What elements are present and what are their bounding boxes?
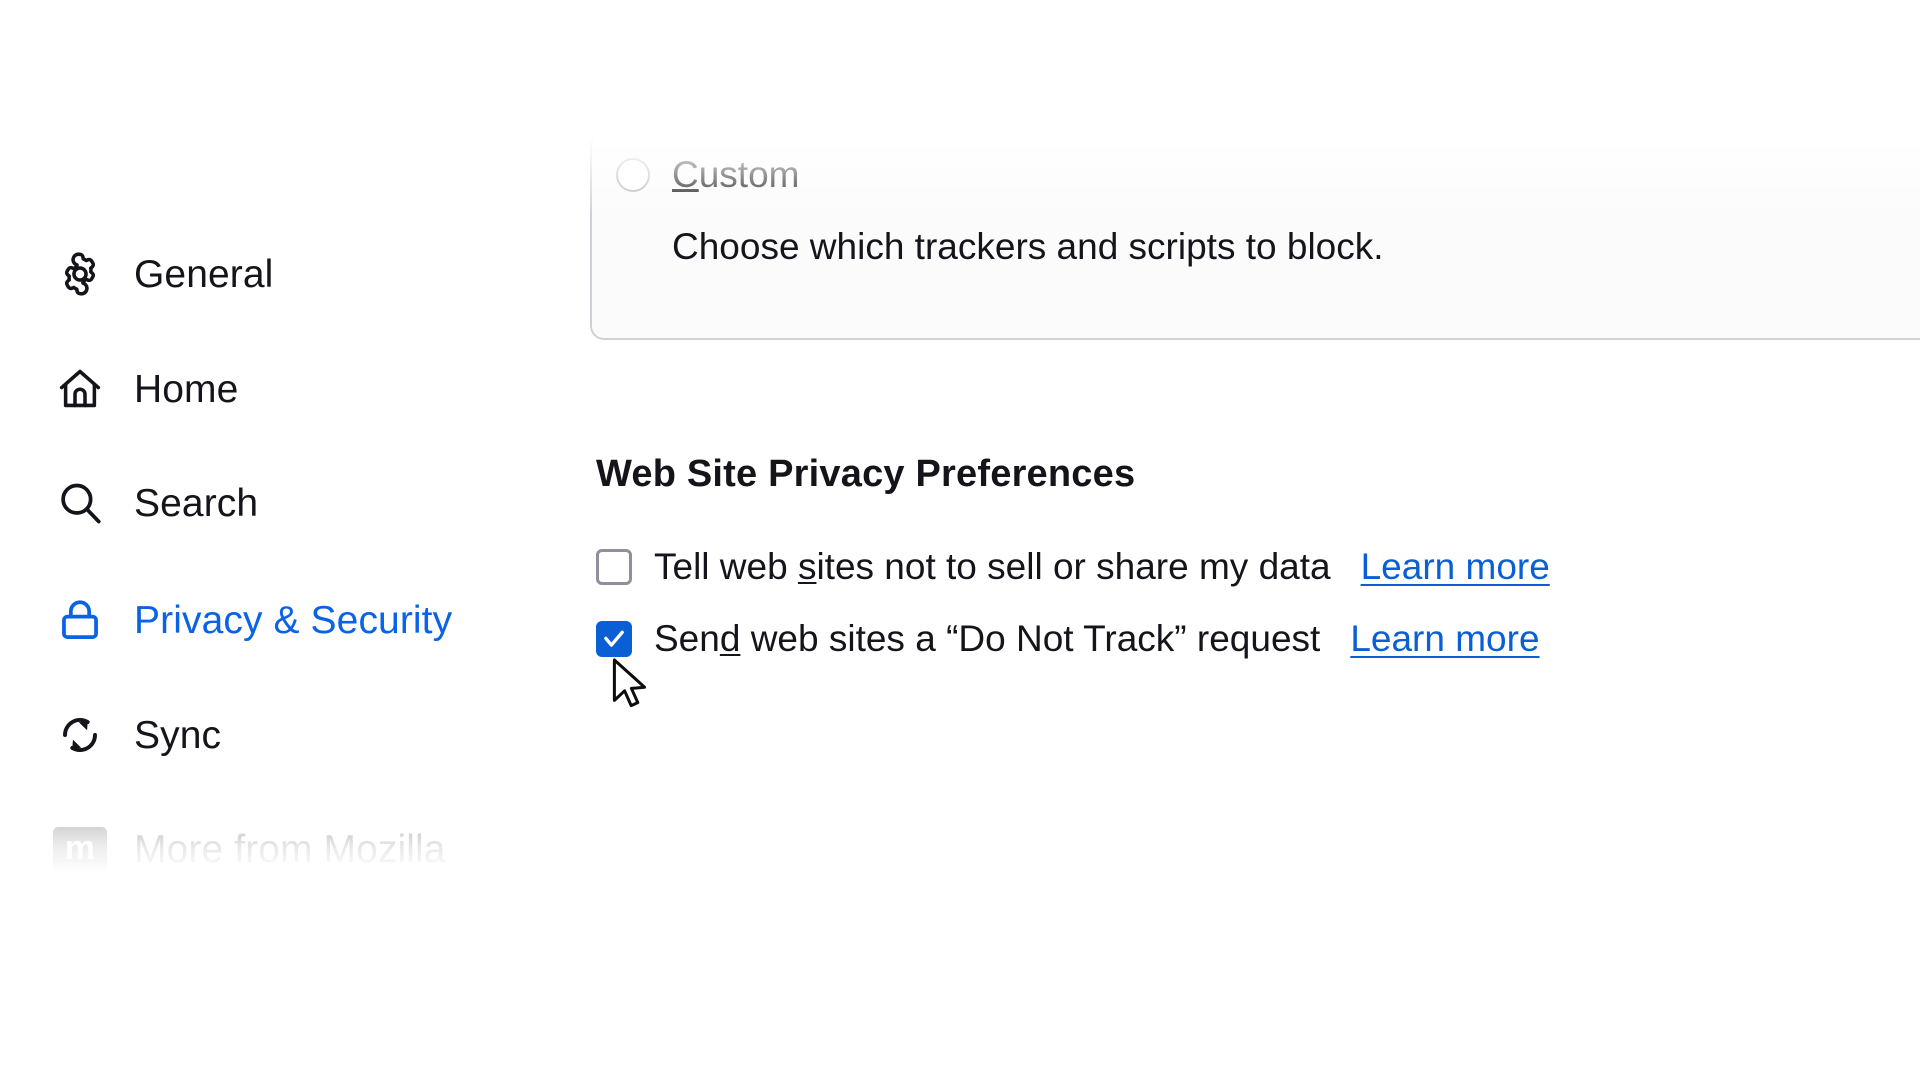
custom-radio-button[interactable] — [616, 157, 650, 192]
preference-row-do-not-sell[interactable]: Tell web sites not to sell or share my d… — [596, 548, 1550, 585]
do-not-track-label: Send web sites a “Do Not Track” request — [654, 618, 1321, 659]
custom-radio-label-rest: ustom — [698, 154, 800, 195]
settings-main-content: Custom Choose which trackers and scripts… — [560, 0, 1920, 1080]
page-section-heading: Web Site Privacy Preferences — [596, 453, 1136, 495]
home-icon — [52, 361, 108, 417]
do-not-sell-checkbox[interactable] — [596, 548, 632, 585]
sidebar-item-label: Search — [134, 481, 259, 525]
custom-radio-label: Custom — [672, 154, 800, 195]
settings-sidebar: General Home Search Privacy & Security S… — [0, 0, 560, 1080]
do-not-sell-learn-more-link[interactable]: Learn more — [1361, 548, 1550, 585]
sidebar-item-label: General — [134, 252, 274, 296]
custom-radio-row[interactable]: Custom — [616, 156, 800, 193]
checkmark-icon — [604, 630, 624, 647]
do-not-sell-label: Tell web sites not to sell or share my d… — [654, 546, 1331, 587]
preference-row-do-not-track[interactable]: Send web sites a “Do Not Track” request … — [596, 620, 1540, 657]
sidebar-item-label: More from Mozilla — [134, 827, 446, 871]
sidebar-item-more-from-mozilla[interactable]: m More from Mozilla — [52, 818, 446, 880]
search-icon — [52, 475, 108, 531]
sidebar-item-sync[interactable]: Sync — [52, 704, 221, 766]
sidebar-item-home[interactable]: Home — [52, 358, 238, 420]
sidebar-item-general[interactable]: General — [52, 243, 273, 305]
mozilla-logo-icon: m — [52, 821, 108, 877]
custom-protection-panel[interactable]: Custom Choose which trackers and scripts… — [590, 130, 1920, 340]
sidebar-item-privacy-security[interactable]: Privacy & Security — [52, 589, 452, 651]
sidebar-item-label: Sync — [134, 713, 222, 757]
lock-icon — [52, 592, 108, 648]
gear-icon — [52, 246, 108, 302]
sidebar-item-search[interactable]: Search — [52, 472, 258, 534]
sidebar-item-label: Privacy & Security — [134, 598, 453, 642]
sync-icon — [52, 707, 108, 763]
do-not-track-learn-more-link[interactable]: Learn more — [1350, 620, 1539, 657]
do-not-track-checkbox[interactable] — [596, 620, 632, 657]
custom-panel-description: Choose which trackers and scripts to blo… — [672, 226, 1384, 267]
sidebar-item-label: Home — [134, 367, 239, 411]
